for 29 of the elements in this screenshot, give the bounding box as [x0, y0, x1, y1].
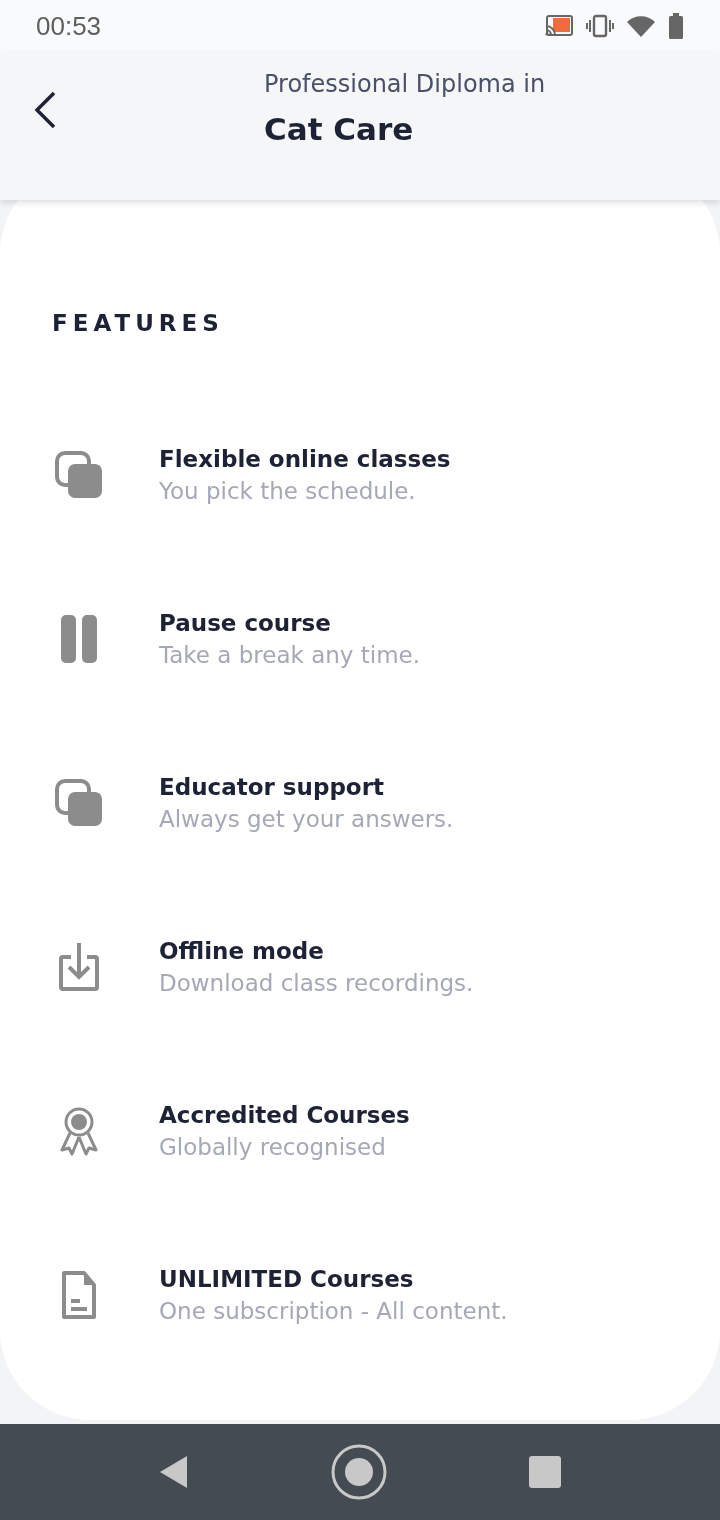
- section-heading: FEATURES: [52, 310, 225, 336]
- feature-description: Download class recordings.: [159, 970, 474, 996]
- layers-icon: [54, 451, 103, 499]
- feature-title: Educator support: [159, 774, 385, 800]
- feature-title: Pause course: [159, 610, 332, 636]
- feature-title: UNLIMITED Courses: [159, 1266, 415, 1292]
- feature-title: Offline mode: [159, 938, 325, 964]
- pause-icon: [60, 615, 97, 663]
- home-nav-icon[interactable]: [331, 1444, 387, 1500]
- feature-description: One subscription - All content.: [159, 1298, 508, 1324]
- feature-description: Globally recognised: [159, 1134, 387, 1160]
- back-nav-icon[interactable]: [159, 1455, 189, 1489]
- status-time: 00:53: [36, 10, 102, 42]
- download-icon: [58, 943, 99, 991]
- feature-description: Take a break any time.: [159, 642, 420, 668]
- course-subtitle: Professional Diploma in: [264, 69, 546, 100]
- vibrate-icon: [586, 14, 614, 38]
- award-ribbon-icon: [58, 1106, 99, 1156]
- wifi-icon: [626, 14, 656, 38]
- battery-icon: [668, 13, 684, 39]
- back-button[interactable]: [32, 90, 58, 130]
- feature-description: You pick the schedule.: [159, 478, 417, 504]
- cast-icon: [544, 14, 574, 38]
- course-title: Cat Care: [264, 110, 415, 149]
- document-icon: [61, 1271, 96, 1319]
- feature-title: Flexible online classes: [159, 446, 451, 472]
- feature-description: Always get your answers.: [159, 806, 454, 832]
- layers-icon: [54, 779, 103, 827]
- feature-title: Accredited Courses: [159, 1102, 410, 1128]
